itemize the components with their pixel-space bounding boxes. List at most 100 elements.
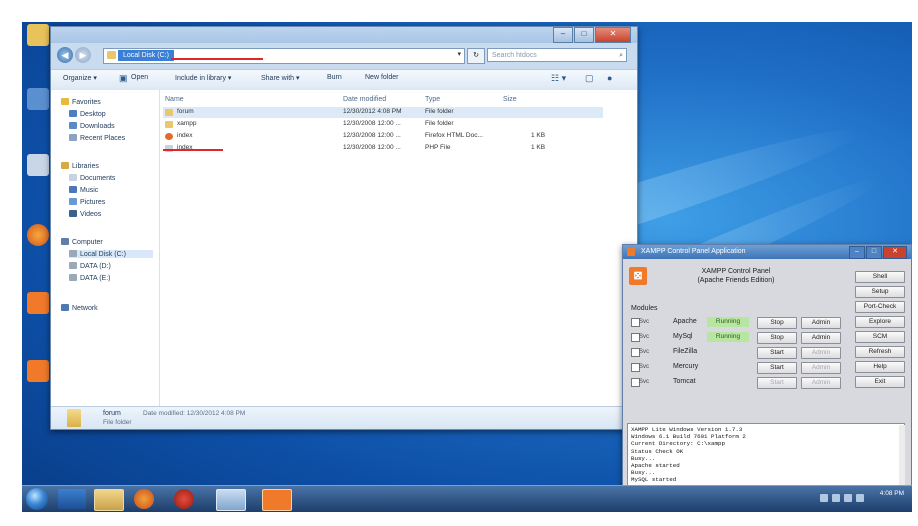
taskbar-media-icon[interactable]	[174, 489, 194, 509]
open-button[interactable]: Open	[131, 74, 148, 81]
preview-pane-icon[interactable]: ▢	[585, 73, 594, 84]
desktop-icon-xampp[interactable]	[24, 292, 52, 315]
taskbar-explorer-icon[interactable]	[94, 489, 124, 511]
port-check-button[interactable]: Port-Check	[855, 301, 905, 313]
refresh-icon[interactable]: ↻	[467, 48, 485, 64]
nav-documents[interactable]: Documents	[69, 174, 115, 182]
nav-computer[interactable]: Computer	[61, 238, 103, 246]
tray-icon[interactable]	[820, 494, 828, 502]
explorer-titlebar[interactable]: – □ ✕	[51, 27, 637, 43]
music-icon	[69, 186, 77, 193]
xampp-header-title: XAMPP Control Panel	[701, 268, 771, 275]
tray-icon[interactable]	[832, 494, 840, 502]
admin-button[interactable]: Admin	[801, 317, 841, 329]
maximize-button[interactable]: □	[574, 27, 594, 43]
file-date: 12/30/2008 12:00 ...	[343, 120, 401, 127]
search-input[interactable]: Search htdocs ⌕	[487, 48, 627, 62]
nav-recent-places[interactable]: Recent Places	[69, 134, 125, 142]
start-button[interactable]: Start	[757, 377, 797, 389]
star-icon	[61, 98, 69, 105]
nav-favorites[interactable]: Favorites	[61, 98, 101, 106]
share-with-button[interactable]: Share with ▾	[261, 74, 300, 82]
start-button[interactable]: Start	[757, 347, 797, 359]
start-button[interactable]: Start	[757, 362, 797, 374]
taskbar-ie-icon[interactable]	[58, 489, 86, 509]
file-row[interactable]: forum 12/30/2012 4:08 PM File folder	[163, 107, 603, 118]
module-status: Running	[707, 317, 749, 327]
taskbar-xampp-icon[interactable]	[262, 489, 292, 511]
back-icon[interactable]: ◀	[57, 47, 73, 63]
column-date-modified[interactable]: Date modified	[343, 96, 386, 103]
column-name[interactable]: Name	[165, 96, 184, 103]
address-dropdown-icon[interactable]: ▾	[457, 50, 461, 58]
file-size: 1 KB	[531, 132, 546, 139]
taskbar-window-icon[interactable]	[216, 489, 246, 511]
nav-pictures[interactable]: Pictures	[69, 198, 105, 206]
log-line: XAMPP Lite Windows Version 1.7.3	[631, 426, 743, 433]
xampp-control-panel[interactable]: XAMPP Control Panel Application – □ ✕ ⊠ …	[622, 244, 912, 496]
organize-button[interactable]: Organize ▾	[63, 74, 97, 82]
column-size[interactable]: Size	[503, 96, 517, 103]
file-row[interactable]: index 12/30/2008 12:00 ... PHP File 1 KB	[163, 143, 603, 154]
refresh-button[interactable]: Refresh	[855, 346, 905, 358]
xampp-minimize-button[interactable]: –	[849, 246, 865, 259]
nav-libraries[interactable]: Libraries	[61, 162, 99, 170]
nav-downloads[interactable]: Downloads	[69, 122, 115, 130]
desktop-icon-recycle-bin[interactable]	[24, 154, 52, 177]
new-folder-button[interactable]: New folder	[365, 74, 398, 81]
nav-videos[interactable]: Videos	[69, 210, 101, 218]
nav-desktop[interactable]: Desktop	[69, 110, 106, 118]
help-icon[interactable]: ●	[607, 73, 612, 83]
xampp-titlebar[interactable]: XAMPP Control Panel Application – □ ✕	[623, 245, 911, 259]
close-button[interactable]: ✕	[595, 27, 631, 43]
nav-local-disk-c[interactable]: Local Disk (C:)	[69, 250, 153, 258]
xampp-maximize-button[interactable]: □	[866, 246, 882, 259]
desktop-icon-firefox[interactable]	[24, 224, 52, 247]
burn-button[interactable]: Burn	[327, 74, 342, 81]
file-row[interactable]: xampp 12/30/2008 12:00 ... File folder	[163, 119, 603, 130]
details-name: forum	[103, 410, 121, 417]
xampp-close-button[interactable]: ✕	[883, 246, 907, 259]
admin-button[interactable]: Admin	[801, 332, 841, 344]
nav-data-e[interactable]: DATA (E:)	[69, 274, 110, 282]
tray-icon[interactable]	[856, 494, 864, 502]
forward-icon[interactable]: ▶	[75, 47, 91, 63]
views-icon[interactable]: ☷ ▾	[551, 73, 566, 84]
nav-data-d[interactable]: DATA (D:)	[69, 262, 111, 270]
nav-network[interactable]: Network	[61, 304, 98, 312]
desktop-icon-computer[interactable]	[24, 88, 52, 111]
exit-button[interactable]: Exit	[855, 376, 905, 388]
tray-icon[interactable]	[844, 494, 852, 502]
help-button[interactable]: Help	[855, 361, 905, 373]
file-date: 12/30/2008 12:00 ...	[343, 132, 401, 139]
taskbar-firefox-icon[interactable]	[134, 489, 154, 509]
address-bar[interactable]: Local Disk (C:) ▾	[103, 48, 465, 64]
drive-icon	[69, 274, 77, 281]
stop-button[interactable]: Stop	[757, 317, 797, 329]
stop-button[interactable]: Stop	[757, 332, 797, 344]
include-in-library-button[interactable]: Include in library ▾	[175, 74, 231, 82]
address-text[interactable]: Local Disk (C:)	[118, 50, 174, 61]
shell-button[interactable]: Shell	[855, 271, 905, 283]
explorer-window[interactable]: – □ ✕ ◀ ▶ Local Disk (C:) ▾ ↻ Search htd…	[50, 26, 638, 430]
file-type: Firefox HTML Doc...	[425, 132, 483, 139]
clock[interactable]: 4:08 PM	[880, 490, 904, 498]
minimize-button[interactable]: –	[553, 27, 573, 43]
desktop-icon-xampp-2[interactable]	[24, 360, 52, 383]
column-type[interactable]: Type	[425, 96, 440, 103]
explore-button[interactable]: Explore	[855, 316, 905, 328]
setup-button[interactable]: Setup	[855, 286, 905, 298]
scm-button[interactable]: SCM	[855, 331, 905, 343]
file-date: 12/30/2008 12:00 ...	[343, 144, 401, 151]
downloads-icon	[69, 122, 77, 129]
nav-music[interactable]: Music	[69, 186, 98, 194]
details-modified: Date modified: 12/30/2012 4:08 PM	[143, 410, 246, 417]
red-underline-forum	[163, 149, 223, 151]
admin-button: Admin	[801, 362, 841, 374]
file-row[interactable]: index 12/30/2008 12:00 ... Firefox HTML …	[163, 131, 603, 142]
xampp-log[interactable]: XAMPP Lite Windows Version 1.7.3 Windows…	[627, 423, 905, 487]
log-vertical-scrollbar[interactable]	[899, 425, 905, 485]
recent-places-icon	[69, 134, 77, 141]
start-button[interactable]	[26, 488, 48, 510]
desktop-icon-user[interactable]	[24, 24, 52, 47]
